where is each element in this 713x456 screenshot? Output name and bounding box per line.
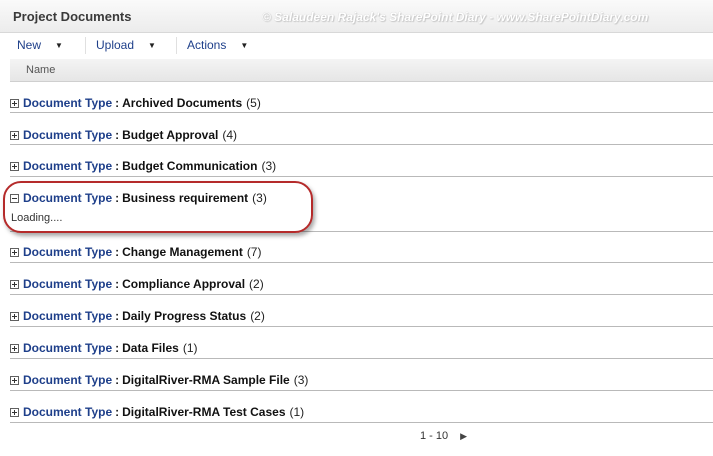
toolbar-divider [85,37,86,54]
group-key[interactable]: Document Type [23,405,112,419]
group-count: (3) [293,373,309,387]
group-row: Document Type : Archived Documents (5) [10,95,713,113]
chevron-down-icon: ▼ [148,40,156,50]
group-count: (1) [289,405,305,419]
group-value: Daily Progress Status [122,309,247,323]
group-row: Document Type : Data Files (1) [10,340,713,359]
expand-icon[interactable] [10,247,19,257]
group-count: (3) [261,159,277,173]
group-header[interactable]: Document Type : DigitalRiver-RMA Sample … [10,372,308,388]
group-header[interactable]: Document Type : Budget Approval (4) [10,127,237,143]
group-count: (2) [250,309,265,323]
group-separator: : [115,277,120,291]
group-key[interactable]: Document Type [23,341,112,355]
upload-button[interactable]: Upload ▼ [96,38,156,52]
group-value: Compliance Approval [122,277,246,291]
group-separator: : [115,159,120,173]
chevron-down-icon: ▼ [55,40,63,50]
group-count: (4) [222,128,238,142]
group-header[interactable]: Document Type : Budget Communication (3) [10,158,276,174]
group-separator: : [115,245,120,259]
new-button[interactable]: New ▼ [17,38,63,52]
group-key[interactable]: Document Type [23,96,112,110]
group-count: (1) [182,341,198,355]
group-key[interactable]: Document Type [23,373,112,387]
group-count: (5) [246,96,261,110]
group-value: Archived Documents [122,96,243,110]
chevron-down-icon: ▼ [240,40,249,50]
actions-button-label: Actions [187,38,227,52]
page-title: Project Documents [13,9,132,24]
expand-icon[interactable] [10,375,19,385]
expand-icon[interactable] [10,98,19,108]
group-row: Document Type : Compliance Approval (2) [10,276,713,295]
group-row: Document Type : Budget Approval (4) [10,127,713,145]
group-header[interactable]: Document Type : Data Files (1) [10,340,198,356]
highlight-callout [3,181,313,233]
group-value: DigitalRiver-RMA Test Cases [122,405,286,419]
group-row: Document Type : DigitalRiver-RMA Sample … [10,372,713,391]
group-key[interactable]: Document Type [23,309,112,323]
group-row: Document Type : DigitalRiver-RMA Test Ca… [10,404,713,423]
pager-range: 1 - 10 [420,430,449,442]
group-count: (2) [249,277,264,291]
group-key[interactable]: Document Type [23,159,112,173]
group-separator: : [115,96,120,110]
expand-icon[interactable] [10,279,19,289]
group-key[interactable]: Document Type [23,277,112,291]
group-row: Document Type : Budget Communication (3) [10,158,713,177]
group-header[interactable]: Document Type : Daily Progress Status (2… [10,308,265,324]
group-header[interactable]: Document Type : DigitalRiver-RMA Test Ca… [10,404,304,420]
expand-icon[interactable] [10,311,19,321]
group-value: Budget Approval [122,128,219,142]
group-separator: : [115,341,120,355]
group-value: Budget Communication [122,159,258,173]
actions-button[interactable]: Actions ▼ [187,38,248,52]
expand-icon[interactable] [10,407,19,417]
group-count: (7) [246,245,262,259]
next-page-icon[interactable]: ▶ [460,431,467,442]
expand-icon[interactable] [10,130,19,140]
group-separator: : [115,405,120,419]
column-header-row: Name [10,59,713,82]
group-row: Document Type : Change Management (7) [10,244,713,263]
group-header[interactable]: Document Type : Compliance Approval (2) [10,276,264,292]
watermark: © Salaudeen Rajack's SharePoint Diary - … [262,10,649,24]
group-key[interactable]: Document Type [23,128,112,142]
group-row: Document Type : Daily Progress Status (2… [10,308,713,327]
toolbar: New ▼ Upload ▼ Actions ▼ [0,33,713,58]
expand-icon[interactable] [10,343,19,353]
group-value: Data Files [122,341,179,355]
group-value: Change Management [122,245,243,259]
group-separator: : [115,128,120,142]
column-header-name[interactable]: Name [26,64,55,76]
expand-icon[interactable] [10,161,19,171]
new-button-label: New [17,38,42,52]
pager: 1 - 10 ▶ [420,430,467,442]
group-separator: : [115,309,120,323]
upload-button-label: Upload [96,38,135,52]
group-value: DigitalRiver-RMA Sample File [122,373,290,387]
group-header[interactable]: Document Type : Archived Documents (5) [10,95,261,111]
list-header: Project Documents © Salaudeen Rajack's S… [0,0,713,33]
group-key[interactable]: Document Type [23,245,112,259]
group-header[interactable]: Document Type : Change Management (7) [10,244,261,260]
group-separator: : [115,373,120,387]
toolbar-divider [176,37,177,54]
